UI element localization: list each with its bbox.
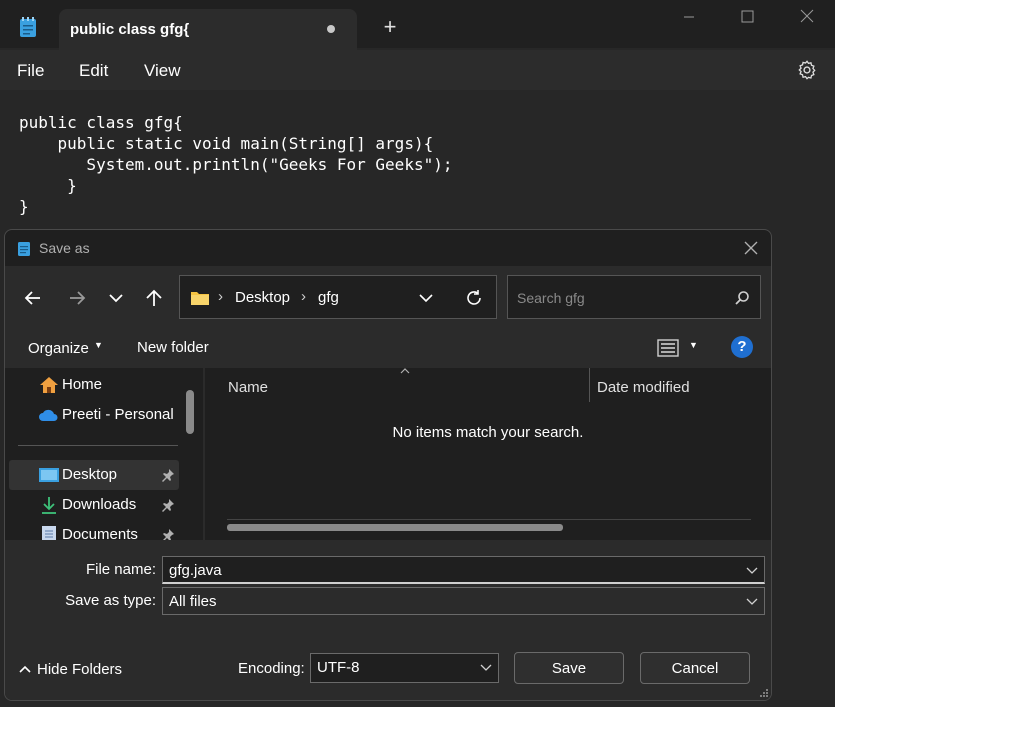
save-as-type-select[interactable]: All files: [162, 587, 765, 615]
caret-down-icon[interactable]: ▼: [689, 340, 698, 350]
view-options-icon[interactable]: [657, 338, 679, 358]
navigation-pane: Home Preeti - Personal Desktop Downloads…: [5, 368, 205, 544]
notepad-icon: [18, 242, 30, 256]
navigation-bar: › Desktop › gfg Search gfg: [5, 266, 771, 328]
save-button[interactable]: Save: [514, 652, 624, 684]
chevron-down-icon[interactable]: [105, 288, 127, 308]
up-arrow-icon[interactable]: [143, 288, 165, 308]
code-line: }: [19, 197, 29, 216]
back-arrow-icon[interactable]: [22, 288, 44, 308]
onedrive-cloud-icon: [39, 409, 58, 421]
code-line: public static void main(String[] args){: [19, 134, 434, 153]
pin-icon[interactable]: [161, 498, 175, 512]
breadcrumb-separator-icon: ›: [301, 288, 306, 305]
caret-down-icon: ▼: [94, 340, 103, 350]
desktop-icon: [39, 468, 59, 482]
menu-edit[interactable]: Edit: [79, 61, 108, 81]
sidebar-item-label: Downloads: [62, 496, 137, 513]
menu-view[interactable]: View: [144, 61, 181, 81]
column-divider[interactable]: [589, 368, 590, 402]
chevron-down-icon: [746, 598, 758, 605]
tab-title: public class gfg{: [70, 21, 190, 38]
close-icon[interactable]: [743, 240, 759, 256]
dialog-title: Save as: [39, 240, 90, 256]
forward-arrow-icon[interactable]: [66, 288, 88, 308]
cancel-button[interactable]: Cancel: [640, 652, 750, 684]
new-tab-plus-icon[interactable]: +: [380, 16, 400, 38]
settings-gear-icon[interactable]: [796, 59, 818, 81]
chevron-down-icon[interactable]: [418, 290, 434, 306]
help-icon[interactable]: ?: [731, 336, 753, 358]
menu-bar: File Edit View: [0, 50, 835, 90]
unsaved-dot-icon[interactable]: [327, 25, 335, 33]
search-placeholder: Search gfg: [517, 290, 585, 306]
tab-document[interactable]: public class gfg{: [59, 9, 357, 50]
chevron-up-icon: [19, 665, 31, 673]
search-icon: [735, 291, 749, 305]
download-icon: [42, 497, 56, 514]
sidebar-item-desktop[interactable]: Desktop: [9, 460, 179, 490]
horizontal-scroll-track: [227, 519, 751, 520]
sidebar-item-label: Home: [62, 376, 103, 393]
encoding-label: Encoding:: [238, 660, 305, 677]
organize-button[interactable]: Organize: [28, 340, 89, 357]
column-header-name[interactable]: Name: [228, 379, 268, 396]
code-line: public class gfg{: [19, 113, 183, 132]
encoding-value: UTF-8: [317, 659, 360, 676]
save-as-dialog: Save as › Desktop › gfg Search gfg Organ…: [4, 229, 772, 701]
file-name-label: File name:: [85, 561, 156, 578]
menu-file[interactable]: File: [17, 61, 44, 81]
address-bar[interactable]: › Desktop › gfg: [179, 275, 497, 319]
breadcrumb-desktop[interactable]: Desktop: [235, 289, 290, 306]
dialog-toolbar: Organize ▼ New folder ▼ ?: [5, 328, 771, 368]
encoding-select[interactable]: UTF-8: [310, 653, 499, 683]
file-list: Name Date modified No items match your s…: [205, 368, 771, 540]
save-as-type-value: All files: [169, 593, 217, 610]
pin-icon[interactable]: [161, 468, 175, 482]
sidebar-scrollbar[interactable]: [186, 390, 194, 434]
sidebar-item-label: Desktop: [62, 466, 118, 483]
file-name-value: gfg.java: [169, 562, 222, 579]
column-header-date-modified[interactable]: Date modified: [597, 379, 690, 396]
maximize-icon[interactable]: [725, 6, 769, 28]
empty-message: No items match your search.: [392, 424, 584, 441]
resize-grip-icon[interactable]: [759, 688, 769, 698]
sort-ascending-icon: [400, 368, 410, 374]
sidebar-item-onedrive[interactable]: Preeti - Personal: [9, 400, 179, 430]
home-icon: [40, 377, 58, 393]
breadcrumb-gfg[interactable]: gfg: [318, 289, 339, 306]
chevron-down-icon: [480, 664, 492, 671]
chevron-down-icon[interactable]: [746, 565, 758, 575]
title-bar: public class gfg{ +: [0, 0, 835, 50]
folder-icon: [191, 292, 209, 305]
sidebar-item-downloads[interactable]: Downloads: [9, 490, 179, 520]
refresh-icon[interactable]: [464, 288, 484, 308]
minimize-icon[interactable]: [667, 6, 711, 28]
save-as-type-label: Save as type:: [65, 592, 156, 609]
search-input[interactable]: Search gfg: [507, 275, 761, 319]
hide-folders-label: Hide Folders: [37, 661, 123, 678]
close-icon[interactable]: [785, 6, 829, 28]
dialog-title-bar: Save as: [5, 230, 771, 266]
sidebar-item-label: Preeti - Personal: [62, 406, 174, 423]
sidebar-item-home[interactable]: Home: [9, 370, 179, 400]
code-line: }: [19, 176, 77, 195]
horizontal-scrollbar[interactable]: [227, 524, 563, 531]
notepad-icon: [20, 17, 36, 37]
code-line: System.out.println("Geeks For Geeks");: [19, 155, 453, 174]
file-name-input[interactable]: gfg.java: [162, 556, 765, 584]
save-options-panel: File name: gfg.java Save as type: All fi…: [5, 540, 771, 700]
text-editor[interactable]: public class gfg{ public static void mai…: [0, 92, 835, 232]
breadcrumb-separator-icon: ›: [218, 288, 223, 305]
new-folder-button[interactable]: New folder: [137, 339, 209, 356]
divider: [18, 445, 178, 446]
